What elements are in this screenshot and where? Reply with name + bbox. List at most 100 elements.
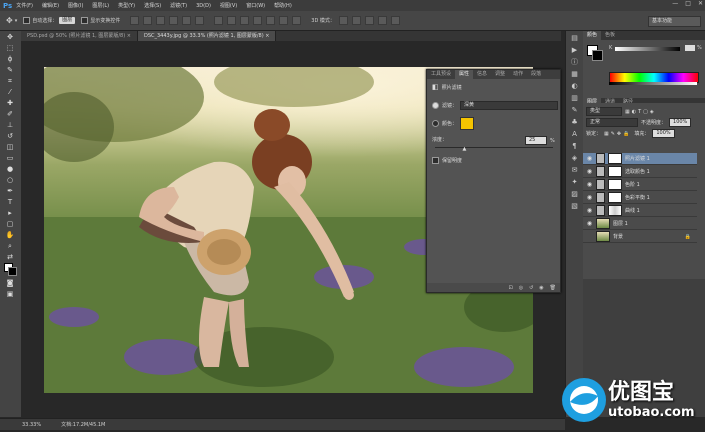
menu-layer[interactable]: 图层(L) <box>92 2 109 9</box>
align-top-button[interactable] <box>130 16 140 25</box>
layer-levels[interactable]: ◉ 色阶 1 <box>583 179 697 191</box>
move-tool-icon[interactable]: ✥ <box>4 32 16 42</box>
filter-radio[interactable] <box>432 102 439 109</box>
healing-tool-icon[interactable]: ✚ <box>4 98 16 108</box>
color-swatches[interactable] <box>4 263 17 277</box>
history-brush-icon[interactable]: ↺ <box>4 131 16 141</box>
crop-tool-icon[interactable]: ⌗ <box>4 76 16 86</box>
distribute-5-button[interactable] <box>266 16 276 25</box>
filter-color-swatch[interactable] <box>460 117 475 130</box>
tab-actions[interactable]: 动作 <box>509 70 527 79</box>
k-value[interactable] <box>685 45 695 51</box>
workspace-switcher[interactable]: 基本功能 <box>648 16 701 27</box>
align-bottom-button[interactable] <box>156 16 166 25</box>
move-tool-preset[interactable]: ✥ ▾ <box>6 16 17 25</box>
menu-file[interactable]: 文件(F) <box>16 2 33 9</box>
menu-type[interactable]: 类型(Y) <box>118 2 135 9</box>
brush-tool-icon[interactable]: ✐ <box>4 109 16 119</box>
zoom-level[interactable]: 33.33% <box>22 422 41 428</box>
eraser-tool-icon[interactable]: ◫ <box>4 142 16 152</box>
menu-window[interactable]: 窗口(W) <box>246 2 265 9</box>
hand-tool-icon[interactable]: ✋ <box>4 230 16 240</box>
history-icon[interactable]: ▤ <box>570 34 579 43</box>
close-button[interactable]: ✕ <box>698 0 703 7</box>
gradient-tool-icon[interactable]: ▭ <box>4 153 16 163</box>
preserve-luminosity-checkbox[interactable] <box>432 157 439 164</box>
align-vcenter-button[interactable] <box>143 16 153 25</box>
3d-scale-button[interactable] <box>390 16 400 25</box>
tab-dsc[interactable]: DSC_3443y.jpg @ 33.3% (照片滤镜 1, 图层蒙版/8) × <box>137 31 277 41</box>
clone-source-icon[interactable]: ♣ <box>570 118 579 127</box>
distribute-6-button[interactable] <box>279 16 289 25</box>
lock-icons[interactable]: ▦✎✥🔒 <box>604 131 631 137</box>
menu-image[interactable]: 图像(I) <box>68 2 83 9</box>
blur-tool-icon[interactable]: ● <box>4 164 16 174</box>
menu-filter[interactable]: 滤镜(T) <box>170 2 187 9</box>
quick-mask-icon[interactable]: ◙ <box>4 278 16 288</box>
measurement-icon[interactable]: ▧ <box>570 202 579 211</box>
screen-mode-icon[interactable]: ▣ <box>4 289 16 299</box>
background-color[interactable] <box>592 50 603 61</box>
maximize-button[interactable]: □ <box>685 0 691 7</box>
mask-thumb[interactable] <box>608 166 622 177</box>
reset-icon[interactable]: ↺ <box>529 285 533 291</box>
filter-dropdown[interactable]: 深黄 <box>460 101 559 110</box>
tab-properties[interactable]: 属性 <box>455 70 474 79</box>
tab-paragraph[interactable]: 段落 <box>527 70 545 79</box>
auto-align-button[interactable] <box>292 16 302 25</box>
align-left-button[interactable] <box>169 16 179 25</box>
tab-info[interactable]: 信息 <box>473 70 491 79</box>
view-prev-icon[interactable]: ◎ <box>519 285 523 291</box>
swatches-icon[interactable]: ▥ <box>570 94 579 103</box>
menu-edit[interactable]: 编辑(E) <box>42 2 59 9</box>
tab-adjustments[interactable]: 调整 <box>491 70 509 79</box>
3d-rotate-button[interactable] <box>338 16 348 25</box>
mask-thumb[interactable] <box>608 192 622 203</box>
pen-tool-icon[interactable]: ✒ <box>4 186 16 196</box>
styles-icon[interactable]: ◈ <box>570 154 579 163</box>
paragraph-icon[interactable]: ¶ <box>570 142 579 151</box>
filter-icons[interactable]: ▦◐T▢◈ <box>625 109 656 115</box>
layer-color-balance[interactable]: ◉ 色彩平衡 1 <box>583 192 697 204</box>
tab-tool-presets[interactable]: 工具预设 <box>427 70 455 79</box>
eye-icon[interactable]: ◉ <box>586 220 593 227</box>
info-icon[interactable]: ⓘ <box>570 58 579 67</box>
eye-icon[interactable]: ◉ <box>586 194 593 201</box>
density-slider-thumb[interactable]: ▲ <box>463 146 467 152</box>
marquee-tool-icon[interactable]: ⬚ <box>4 43 16 53</box>
distribute-2-button[interactable] <box>227 16 237 25</box>
distribute-4-button[interactable] <box>253 16 263 25</box>
3d-pan-button[interactable] <box>364 16 374 25</box>
clip-icon[interactable]: ⊡ <box>508 285 512 291</box>
color-radio[interactable] <box>432 120 439 127</box>
gray-ramp[interactable] <box>609 82 697 85</box>
fill-input[interactable]: 100% <box>652 129 675 138</box>
align-hcenter-button[interactable] <box>182 16 192 25</box>
path-select-tool-icon[interactable]: ▸ <box>4 208 16 218</box>
menu-view[interactable]: 视图(V) <box>220 2 237 9</box>
distribute-3-button[interactable] <box>240 16 250 25</box>
quick-select-tool-icon[interactable]: ✎ <box>4 65 16 75</box>
actions-icon[interactable]: ▶ <box>570 46 579 55</box>
eye-icon[interactable]: ◉ <box>586 181 593 188</box>
tab-psd[interactable]: PSD.psd @ 50% (照片滤镜 1, 图层蒙版/8) × <box>21 31 138 41</box>
distribute-1-button[interactable] <box>214 16 224 25</box>
tab-color[interactable]: 颜色 <box>583 31 602 40</box>
lasso-tool-icon[interactable]: ϕ <box>4 54 16 64</box>
dodge-tool-icon[interactable]: ○ <box>4 175 16 185</box>
mask-thumb[interactable] <box>608 153 622 164</box>
layer-1[interactable]: ◉ 图层 1 <box>583 218 697 230</box>
layer-photo-filter[interactable]: ◉ 照片滤镜 1 <box>583 153 697 165</box>
3d-slide-button[interactable] <box>377 16 387 25</box>
show-transform-checkbox[interactable] <box>81 17 89 24</box>
auto-select-checkbox[interactable] <box>23 17 31 24</box>
minimize-button[interactable]: — <box>672 0 678 7</box>
character-icon[interactable]: A <box>570 130 579 139</box>
adjust-icon[interactable]: ◐ <box>570 82 579 91</box>
document-size[interactable]: 文档:17.2M/45.1M <box>61 421 105 428</box>
eye-icon[interactable]: ◉ <box>586 155 593 162</box>
stamp-tool-icon[interactable]: ⊥ <box>4 120 16 130</box>
auto-select-dropdown[interactable]: 图层 <box>59 17 76 24</box>
layer-comps-icon[interactable]: ▨ <box>570 190 579 199</box>
mask-thumb[interactable] <box>608 179 622 190</box>
